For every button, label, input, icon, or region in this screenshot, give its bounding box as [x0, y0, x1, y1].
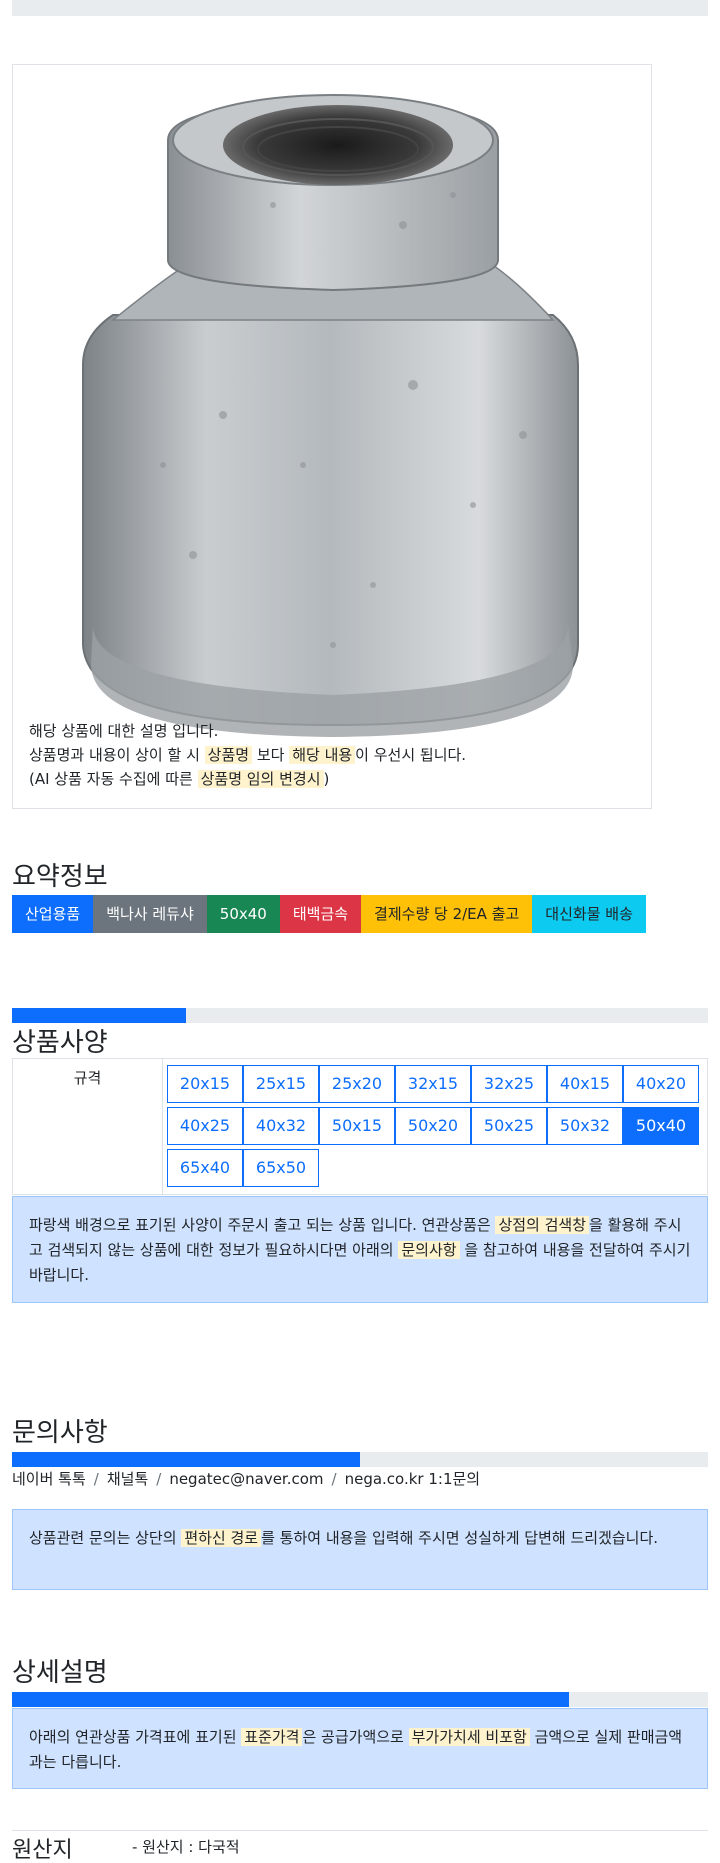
contact-link[interactable]: nega.co.kr 1:1문의	[345, 1470, 481, 1488]
contact-list: 네이버 톡톡 / 채널톡 / negatec@naver.com / nega.co.kr …	[12, 1468, 480, 1489]
spec-option-65x50[interactable]: 65x50	[243, 1149, 319, 1187]
spec-option-25x15[interactable]: 25x15	[243, 1065, 319, 1103]
spec-option-50x20[interactable]: 50x20	[395, 1107, 471, 1145]
inquiry-title: 문의사항	[12, 1418, 108, 1448]
detail-progress-fill	[12, 1692, 569, 1707]
summary-title: 요약정보	[12, 862, 108, 892]
spec-option-40x20[interactable]: 40x20	[623, 1065, 699, 1103]
spec-option-25x20[interactable]: 25x20	[319, 1065, 395, 1103]
spec-option-40x15[interactable]: 40x15	[547, 1065, 623, 1103]
desc-text: 보다	[252, 746, 290, 764]
inquiry-progress-fill	[12, 1452, 360, 1467]
notice-text: 를 통하여 내용을 입력해 주시면 성실하게 답변해 드리겠습니다.	[261, 1529, 659, 1547]
notice-text: 아래의 연관상품 가격표에 표기된	[29, 1728, 242, 1746]
contact-link[interactable]: 네이버 톡톡	[12, 1470, 86, 1488]
contact-separator: /	[156, 1470, 162, 1488]
spec-options: 20x15 25x15 25x20 32x15 32x25 40x15 40x20 40x25…	[167, 1063, 707, 1189]
contact-separator: /	[93, 1470, 99, 1488]
product-image	[82, 94, 579, 737]
spec-table: 규격 20x15 25x15 25x20 32x15 32x25 40x15 40x20 40…	[12, 1058, 708, 1195]
highlight-standard-price: 표준가격	[241, 1728, 303, 1746]
spec-option-32x25[interactable]: 32x25	[471, 1065, 547, 1103]
inquiry-notice: 상품관련 문의는 상단의 편하신 경로 를 통하여 내용을 입력해 주시면 성실하…	[12, 1509, 708, 1590]
detail-title: 상세설명	[12, 1658, 108, 1688]
origin-value: - 원산지 : 다국적	[132, 1838, 240, 1856]
notice-text: 은 공급가액으로	[302, 1728, 409, 1746]
origin-divider	[12, 1830, 708, 1831]
spec-option-50x15[interactable]: 50x15	[319, 1107, 395, 1145]
desc-line-1: 해당 상품에 대한 설명 입니다.	[29, 722, 219, 740]
highlight-product-name: 상품명	[204, 746, 253, 764]
detail-progress	[12, 1692, 708, 1707]
summary-badge: 태백금속	[279, 895, 362, 933]
spec-option-40x32[interactable]: 40x32	[243, 1107, 319, 1145]
highlight-name-change: 상품명 임의 변경시	[197, 770, 324, 788]
summary-badge: 산업용품	[12, 895, 94, 933]
desc-text: 이 우선시 됩니다.	[355, 746, 467, 764]
summary-badge: 결제수량 당 2/EA 출고	[361, 895, 533, 933]
summary-badge: 50x40	[206, 895, 280, 933]
top-progress-bar	[12, 0, 708, 16]
highlight-route: 편하신 경로	[181, 1529, 262, 1547]
specs-title: 상품사양	[12, 1028, 108, 1058]
product-description: 해당 상품에 대한 설명 입니다. 상품명과 내용이 상이 할 시 상품명 보다…	[29, 719, 466, 791]
contact-link[interactable]: negatec@naver.com	[169, 1470, 323, 1488]
contact-link[interactable]: 채널톡	[107, 1470, 148, 1488]
spec-option-50x32[interactable]: 50x32	[547, 1107, 623, 1145]
highlight-search: 상점의 검색창	[495, 1216, 590, 1234]
highlight-content: 해당 내용	[289, 746, 356, 764]
origin-title: 원산지	[12, 1838, 73, 1863]
spec-option-20x15[interactable]: 20x15	[167, 1065, 243, 1103]
specs-notice: 파랑색 배경으로 표기된 사양이 주문시 출고 되는 상품 입니다. 연관상품은…	[12, 1196, 708, 1303]
notice-text: 상품관련 문의는 상단의	[29, 1529, 182, 1547]
specs-progress	[12, 1008, 708, 1023]
desc-line-2: 상품명과 내용이 상이 할 시 상품명 보다 해당 내용 이 우선시 됩니다.	[29, 743, 466, 767]
summary-badge: 백나사 레듀샤	[93, 895, 207, 933]
desc-line-3: (AI 상품 자동 수집에 따른 상품명 임의 변경시)	[29, 767, 466, 791]
spec-label: 규격	[13, 1059, 163, 1194]
spec-option-40x25[interactable]: 40x25	[167, 1107, 243, 1145]
contact-separator: /	[331, 1470, 337, 1488]
spec-option-50x25[interactable]: 50x25	[471, 1107, 547, 1145]
detail-notice: 아래의 연관상품 가격표에 표기된 표준가격 은 공급가액으로 부가가치세 비포함…	[12, 1708, 708, 1789]
desc-text: 상품명과 내용이 상이 할 시	[29, 746, 205, 764]
highlight-inquiry: 문의사항	[398, 1241, 460, 1259]
spec-option-32x15[interactable]: 32x15	[395, 1065, 471, 1103]
notice-text: 파랑색 배경으로 표기된 사양이 주문시 출고 되는 상품 입니다. 연관상품은	[29, 1216, 496, 1234]
specs-progress-fill	[12, 1008, 186, 1023]
spec-option-65x40[interactable]: 65x40	[167, 1149, 243, 1187]
desc-text: )	[323, 770, 330, 788]
spec-option-50x40[interactable]: 50x40	[623, 1107, 699, 1145]
summary-badges: 산업용품 백나사 레듀샤 50x40 태백금속 결제수량 당 2/EA 출고 대신화물 배…	[12, 895, 646, 933]
desc-text: (AI 상품 자동 수집에 따른	[29, 770, 198, 788]
highlight-vat: 부가가치세 비포함	[408, 1728, 530, 1746]
inquiry-progress	[12, 1452, 708, 1467]
product-image-card: 해당 상품에 대한 설명 입니다. 상품명과 내용이 상이 할 시 상품명 보다…	[12, 64, 652, 809]
summary-badge: 대신화물 배송	[532, 895, 646, 933]
